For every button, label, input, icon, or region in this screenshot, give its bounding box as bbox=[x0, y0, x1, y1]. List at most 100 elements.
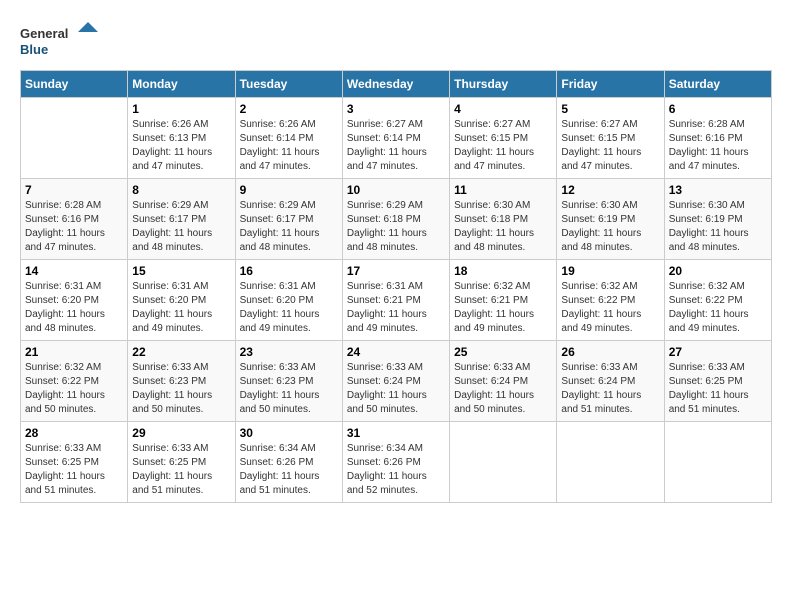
day-number: 3 bbox=[347, 102, 445, 116]
day-number: 29 bbox=[132, 426, 230, 440]
day-info: Sunrise: 6:33 AMSunset: 6:23 PMDaylight:… bbox=[240, 361, 338, 417]
calendar-week-4: 21 Sunrise: 6:32 AMSunset: 6:22 PMDayligh… bbox=[21, 341, 772, 422]
calendar-cell: 2 Sunrise: 6:26 AMSunset: 6:14 PMDaylight… bbox=[235, 98, 342, 179]
day-info: Sunrise: 6:33 AMSunset: 6:23 PMDaylight:… bbox=[132, 361, 230, 417]
day-info: Sunrise: 6:27 AMSunset: 6:15 PMDaylight:… bbox=[561, 118, 659, 174]
day-info: Sunrise: 6:33 AMSunset: 6:25 PMDaylight:… bbox=[669, 361, 767, 417]
logo: General Blue bbox=[20, 20, 100, 60]
calendar-week-1: 1 Sunrise: 6:26 AMSunset: 6:13 PMDaylight… bbox=[21, 98, 772, 179]
day-info: Sunrise: 6:32 AMSunset: 6:22 PMDaylight:… bbox=[25, 361, 123, 417]
day-info: Sunrise: 6:30 AMSunset: 6:19 PMDaylight:… bbox=[669, 199, 767, 255]
calendar-cell: 1 Sunrise: 6:26 AMSunset: 6:13 PMDaylight… bbox=[128, 98, 235, 179]
day-info: Sunrise: 6:29 AMSunset: 6:18 PMDaylight:… bbox=[347, 199, 445, 255]
day-header-tuesday: Tuesday bbox=[235, 71, 342, 98]
day-number: 24 bbox=[347, 345, 445, 359]
calendar-cell: 7 Sunrise: 6:28 AMSunset: 6:16 PMDaylight… bbox=[21, 179, 128, 260]
calendar-cell: 18 Sunrise: 6:32 AMSunset: 6:21 PMDayligh… bbox=[450, 260, 557, 341]
calendar-cell bbox=[450, 422, 557, 503]
calendar-cell: 21 Sunrise: 6:32 AMSunset: 6:22 PMDayligh… bbox=[21, 341, 128, 422]
day-number: 21 bbox=[25, 345, 123, 359]
day-number: 15 bbox=[132, 264, 230, 278]
day-number: 17 bbox=[347, 264, 445, 278]
day-number: 7 bbox=[25, 183, 123, 197]
day-number: 14 bbox=[25, 264, 123, 278]
day-number: 27 bbox=[669, 345, 767, 359]
day-info: Sunrise: 6:33 AMSunset: 6:25 PMDaylight:… bbox=[132, 442, 230, 498]
day-number: 18 bbox=[454, 264, 552, 278]
day-number: 1 bbox=[132, 102, 230, 116]
day-info: Sunrise: 6:31 AMSunset: 6:20 PMDaylight:… bbox=[25, 280, 123, 336]
calendar-cell: 30Sunrise: 6:34 AMSunset: 6:26 PMDayligh… bbox=[235, 422, 342, 503]
day-info: Sunrise: 6:26 AMSunset: 6:13 PMDaylight:… bbox=[132, 118, 230, 174]
calendar-cell: 24 Sunrise: 6:33 AMSunset: 6:24 PMDayligh… bbox=[342, 341, 449, 422]
calendar-cell: 28Sunrise: 6:33 AMSunset: 6:25 PMDayligh… bbox=[21, 422, 128, 503]
day-number: 31 bbox=[347, 426, 445, 440]
day-number: 5 bbox=[561, 102, 659, 116]
day-info: Sunrise: 6:31 AMSunset: 6:20 PMDaylight:… bbox=[240, 280, 338, 336]
day-info: Sunrise: 6:32 AMSunset: 6:22 PMDaylight:… bbox=[561, 280, 659, 336]
svg-text:General: General bbox=[20, 26, 68, 41]
calendar-cell: 22Sunrise: 6:33 AMSunset: 6:23 PMDayligh… bbox=[128, 341, 235, 422]
day-number: 10 bbox=[347, 183, 445, 197]
day-number: 4 bbox=[454, 102, 552, 116]
calendar-cell bbox=[664, 422, 771, 503]
day-number: 26 bbox=[561, 345, 659, 359]
calendar-cell: 23 Sunrise: 6:33 AMSunset: 6:23 PMDayligh… bbox=[235, 341, 342, 422]
day-info: Sunrise: 6:27 AMSunset: 6:15 PMDaylight:… bbox=[454, 118, 552, 174]
day-info: Sunrise: 6:30 AMSunset: 6:18 PMDaylight:… bbox=[454, 199, 552, 255]
day-number: 12 bbox=[561, 183, 659, 197]
calendar-cell: 20 Sunrise: 6:32 AMSunset: 6:22 PMDayligh… bbox=[664, 260, 771, 341]
calendar-cell: 9 Sunrise: 6:29 AMSunset: 6:17 PMDaylight… bbox=[235, 179, 342, 260]
calendar-week-2: 7 Sunrise: 6:28 AMSunset: 6:16 PMDaylight… bbox=[21, 179, 772, 260]
day-info: Sunrise: 6:33 AMSunset: 6:24 PMDaylight:… bbox=[454, 361, 552, 417]
calendar-header-row: SundayMondayTuesdayWednesdayThursdayFrid… bbox=[21, 71, 772, 98]
day-header-monday: Monday bbox=[128, 71, 235, 98]
calendar-cell: 11Sunrise: 6:30 AMSunset: 6:18 PMDayligh… bbox=[450, 179, 557, 260]
calendar-cell: 5 Sunrise: 6:27 AMSunset: 6:15 PMDaylight… bbox=[557, 98, 664, 179]
day-info: Sunrise: 6:28 AMSunset: 6:16 PMDaylight:… bbox=[669, 118, 767, 174]
day-number: 19 bbox=[561, 264, 659, 278]
day-info: Sunrise: 6:32 AMSunset: 6:21 PMDaylight:… bbox=[454, 280, 552, 336]
day-number: 23 bbox=[240, 345, 338, 359]
calendar-cell: 4 Sunrise: 6:27 AMSunset: 6:15 PMDaylight… bbox=[450, 98, 557, 179]
calendar-cell: 15 Sunrise: 6:31 AMSunset: 6:20 PMDayligh… bbox=[128, 260, 235, 341]
calendar-cell bbox=[557, 422, 664, 503]
day-header-sunday: Sunday bbox=[21, 71, 128, 98]
day-info: Sunrise: 6:29 AMSunset: 6:17 PMDaylight:… bbox=[240, 199, 338, 255]
day-info: Sunrise: 6:31 AMSunset: 6:21 PMDaylight:… bbox=[347, 280, 445, 336]
calendar-cell: 26 Sunrise: 6:33 AMSunset: 6:24 PMDayligh… bbox=[557, 341, 664, 422]
calendar-cell: 31 Sunrise: 6:34 AMSunset: 6:26 PMDayligh… bbox=[342, 422, 449, 503]
day-info: Sunrise: 6:30 AMSunset: 6:19 PMDaylight:… bbox=[561, 199, 659, 255]
calendar-cell: 13Sunrise: 6:30 AMSunset: 6:19 PMDayligh… bbox=[664, 179, 771, 260]
calendar-cell: 14 Sunrise: 6:31 AMSunset: 6:20 PMDayligh… bbox=[21, 260, 128, 341]
day-info: Sunrise: 6:33 AMSunset: 6:24 PMDaylight:… bbox=[347, 361, 445, 417]
day-info: Sunrise: 6:33 AMSunset: 6:24 PMDaylight:… bbox=[561, 361, 659, 417]
calendar-cell: 27 Sunrise: 6:33 AMSunset: 6:25 PMDayligh… bbox=[664, 341, 771, 422]
day-number: 30 bbox=[240, 426, 338, 440]
day-info: Sunrise: 6:26 AMSunset: 6:14 PMDaylight:… bbox=[240, 118, 338, 174]
day-number: 2 bbox=[240, 102, 338, 116]
page-header: General Blue bbox=[20, 20, 772, 60]
calendar-cell: 6 Sunrise: 6:28 AMSunset: 6:16 PMDaylight… bbox=[664, 98, 771, 179]
day-number: 25 bbox=[454, 345, 552, 359]
calendar-cell: 3 Sunrise: 6:27 AMSunset: 6:14 PMDaylight… bbox=[342, 98, 449, 179]
day-number: 20 bbox=[669, 264, 767, 278]
day-info: Sunrise: 6:34 AMSunset: 6:26 PMDaylight:… bbox=[347, 442, 445, 498]
calendar-table: SundayMondayTuesdayWednesdayThursdayFrid… bbox=[20, 70, 772, 503]
day-number: 6 bbox=[669, 102, 767, 116]
day-info: Sunrise: 6:27 AMSunset: 6:14 PMDaylight:… bbox=[347, 118, 445, 174]
calendar-cell: 19 Sunrise: 6:32 AMSunset: 6:22 PMDayligh… bbox=[557, 260, 664, 341]
day-number: 28 bbox=[25, 426, 123, 440]
calendar-cell: 12 Sunrise: 6:30 AMSunset: 6:19 PMDayligh… bbox=[557, 179, 664, 260]
day-info: Sunrise: 6:28 AMSunset: 6:16 PMDaylight:… bbox=[25, 199, 123, 255]
calendar-cell: 16 Sunrise: 6:31 AMSunset: 6:20 PMDayligh… bbox=[235, 260, 342, 341]
day-number: 9 bbox=[240, 183, 338, 197]
day-number: 16 bbox=[240, 264, 338, 278]
day-info: Sunrise: 6:29 AMSunset: 6:17 PMDaylight:… bbox=[132, 199, 230, 255]
logo-svg: General Blue bbox=[20, 20, 100, 60]
day-info: Sunrise: 6:32 AMSunset: 6:22 PMDaylight:… bbox=[669, 280, 767, 336]
day-header-thursday: Thursday bbox=[450, 71, 557, 98]
day-header-saturday: Saturday bbox=[664, 71, 771, 98]
calendar-cell: 25 Sunrise: 6:33 AMSunset: 6:24 PMDayligh… bbox=[450, 341, 557, 422]
day-info: Sunrise: 6:31 AMSunset: 6:20 PMDaylight:… bbox=[132, 280, 230, 336]
